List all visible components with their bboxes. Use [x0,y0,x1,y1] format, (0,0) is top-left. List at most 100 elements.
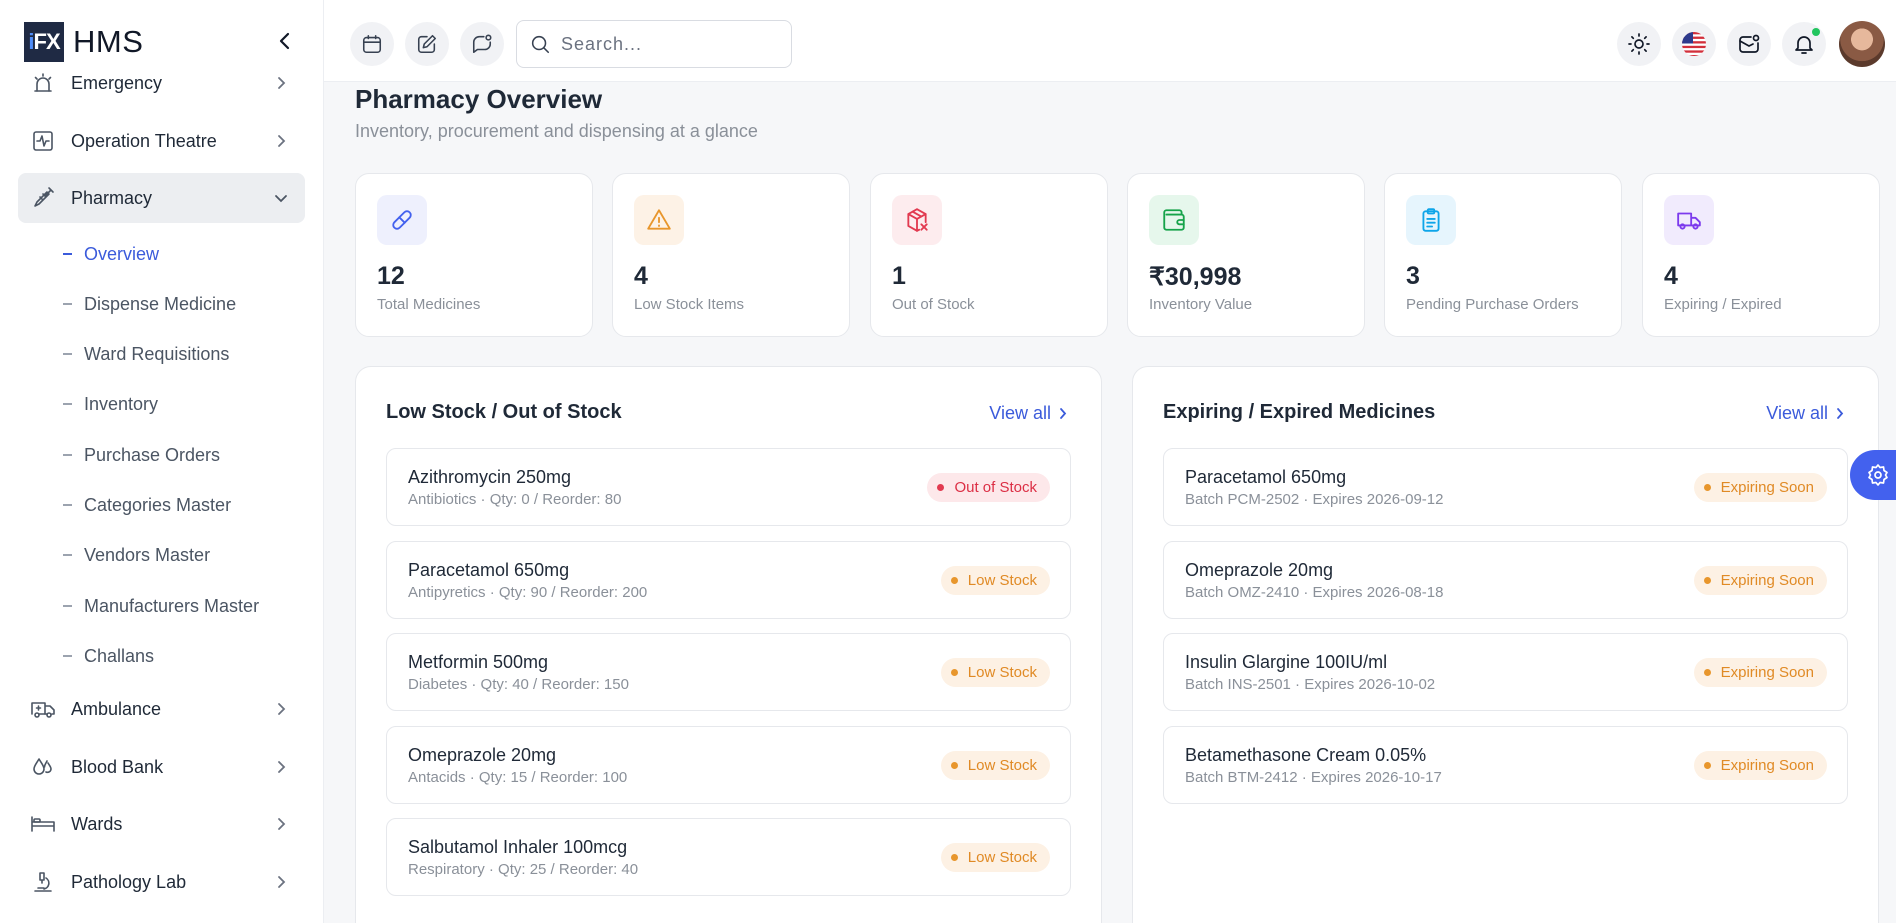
stat-card-expiring[interactable]: 4 Expiring / Expired [1642,173,1880,337]
sidebar-item-blood-bank[interactable]: Blood Bank [18,742,305,792]
sidebar-item-label: Operation Theatre [71,130,217,151]
bell-icon [1795,36,1813,54]
status-dot [937,484,945,491]
status-dot [1703,484,1711,491]
sidebar-subitem-label: Manufacturers Master [84,595,260,616]
sidebar-item-pharmacy[interactable]: Pharmacy [18,173,305,223]
brand-logo: i FX [24,22,64,62]
list-item[interactable]: Betamethasone Cream 0.05% Batch BTM-2412… [1163,726,1848,804]
notes-button[interactable] [405,22,449,66]
medicine-name: Paracetamol 650mg [1185,467,1347,487]
stat-label: Out of Stock [892,296,975,313]
stat-label: Expiring / Expired [1664,296,1782,313]
sidebar-subitem-overview[interactable]: Overview [63,240,159,268]
sidebar-subitem-inventory[interactable]: Inventory [63,390,158,418]
status-dot [950,762,958,769]
sidebar-item-ambulance[interactable]: Ambulance [18,684,305,734]
chat-button[interactable] [460,22,504,66]
sidebar-item-operation-theatre[interactable]: Operation Theatre [18,116,305,166]
list-item[interactable]: Omeprazole 20mg Batch OMZ-2410 · Expires… [1163,541,1848,619]
stat-card-pending-purchase-orders[interactable]: 3 Pending Purchase Orders [1384,173,1622,337]
brand[interactable]: i FX HMS [24,22,143,62]
sidebar: i FX HMS Emergency Operation Theatre Phar… [0,0,324,923]
sidebar-item-emergency[interactable]: Emergency [18,58,305,108]
sidebar-item-label: Ambulance [71,698,162,719]
list-item[interactable]: Paracetamol 650mg Antipyretics · Qty: 90… [386,541,1071,619]
view-all-label: View all [989,403,1051,423]
pill-icon [377,195,427,245]
sidebar-item-pathology-lab[interactable]: Pathology Lab [18,857,305,907]
truck-icon [1664,195,1714,245]
sidebar-subitem-dispense-medicine[interactable]: Dispense Medicine [63,290,236,318]
list-item[interactable]: Omeprazole 20mg Antacids · Qty: 15 / Reo… [386,726,1071,804]
batch-meta: Batch OMZ-2410 · Expires 2026-08-18 [1185,584,1444,601]
stat-value: 4 [1664,262,1678,290]
sidebar-subitem-categories-master[interactable]: Categories Master [63,491,231,519]
notifications-button[interactable] [1782,22,1826,66]
medicine-name: Salbutamol Inhaler 100mcg [408,837,628,857]
brand-name: HMS [73,24,144,59]
list-item[interactable]: Paracetamol 650mg Batch PCM-2502 · Expir… [1163,448,1848,526]
sidebar-subitem-purchase-orders[interactable]: Purchase Orders [63,441,220,469]
status-badge-label: Low Stock [967,849,1037,866]
stat-label: Inventory Value [1149,296,1253,313]
calendar-button[interactable] [350,22,394,66]
stat-label: Total Medicines [377,296,481,313]
settings-fab-button[interactable] [1850,450,1896,500]
page-title: Pharmacy Overview [355,84,603,114]
sidebar-subitem-vendors-master[interactable]: Vendors Master [63,541,210,569]
medicine-name: Omeprazole 20mg [408,745,557,765]
stat-card-total-medicines[interactable]: 12 Total Medicines [355,173,593,337]
chevron-right-icon [273,75,289,91]
stat-card-inventory-value[interactable]: ₹30,998 Inventory Value [1127,173,1365,337]
language-button[interactable] [1672,22,1716,66]
medicine-name: Betamethasone Cream 0.05% [1185,745,1427,765]
medicine-meta: Antacids · Qty: 15 / Reorder: 100 [408,769,628,786]
view-all-link[interactable]: View all [1766,403,1844,424]
list-item[interactable]: Salbutamol Inhaler 100mcg Respiratory · … [386,818,1071,896]
list-item[interactable]: Insulin Glargine 100IU/ml Batch INS-2501… [1163,633,1848,711]
status-badge-label: Expiring Soon [1720,757,1814,774]
sidebar-subitem-challans[interactable]: Challans [63,642,154,670]
stat-label: Low Stock Items [634,296,745,313]
medicine-name: Azithromycin 250mg [408,467,572,487]
medicine-meta: Diabetes · Qty: 40 / Reorder: 150 [408,676,629,693]
package-x-icon [892,195,942,245]
theme-toggle-button[interactable] [1617,22,1661,66]
stat-value: ₹30,998 [1149,263,1242,291]
view-all-link[interactable]: View all [989,403,1067,424]
sidebar-subitem-label: Categories Master [84,494,232,515]
sidebar-subitem-label: Overview [84,243,160,264]
syringe-icon [30,185,56,211]
sidebar-subitem-label: Dispense Medicine [84,293,237,314]
medicine-name: Insulin Glargine 100IU/ml [1185,652,1388,672]
status-dot [1703,762,1711,769]
chevron-right-icon [273,701,289,717]
sun-icon [1628,33,1650,55]
expiring-medicines-panel: Expiring / Expired Medicines View all Pa… [1132,366,1879,923]
sidebar-collapse-button[interactable] [272,28,298,54]
status-badge: Low Stock [940,658,1050,687]
search-box[interactable] [516,20,792,68]
list-item[interactable]: Metformin 500mg Diabetes · Qty: 40 / Reo… [386,633,1071,711]
avatar[interactable] [1839,21,1885,67]
sidebar-subitem-manufacturers-master[interactable]: Manufacturers Master [63,592,259,620]
chevron-down-icon [273,190,289,206]
status-badge: Low Stock [940,751,1050,780]
list-item[interactable]: Azithromycin 250mg Antibiotics · Qty: 0 … [386,448,1071,526]
calendar-icon [362,34,382,54]
status-badge-label: Low Stock [967,664,1037,681]
search-input[interactable] [561,33,761,55]
status-badge: Low Stock [940,843,1050,872]
medicine-meta: Respiratory · Qty: 25 / Reorder: 40 [408,861,639,878]
dash [63,605,72,607]
stat-card-low-stock[interactable]: 4 Low Stock Items [612,173,850,337]
messages-button[interactable] [1727,22,1771,66]
medicine-name: Omeprazole 20mg [1185,560,1334,580]
sidebar-item-wards[interactable]: Wards [18,799,305,849]
ambulance-icon [30,696,56,722]
stat-card-out-of-stock[interactable]: 1 Out of Stock [870,173,1108,337]
sidebar-subitem-ward-requisitions[interactable]: Ward Requisitions [63,340,229,368]
microscope-icon [30,869,56,895]
status-dot [950,854,958,861]
